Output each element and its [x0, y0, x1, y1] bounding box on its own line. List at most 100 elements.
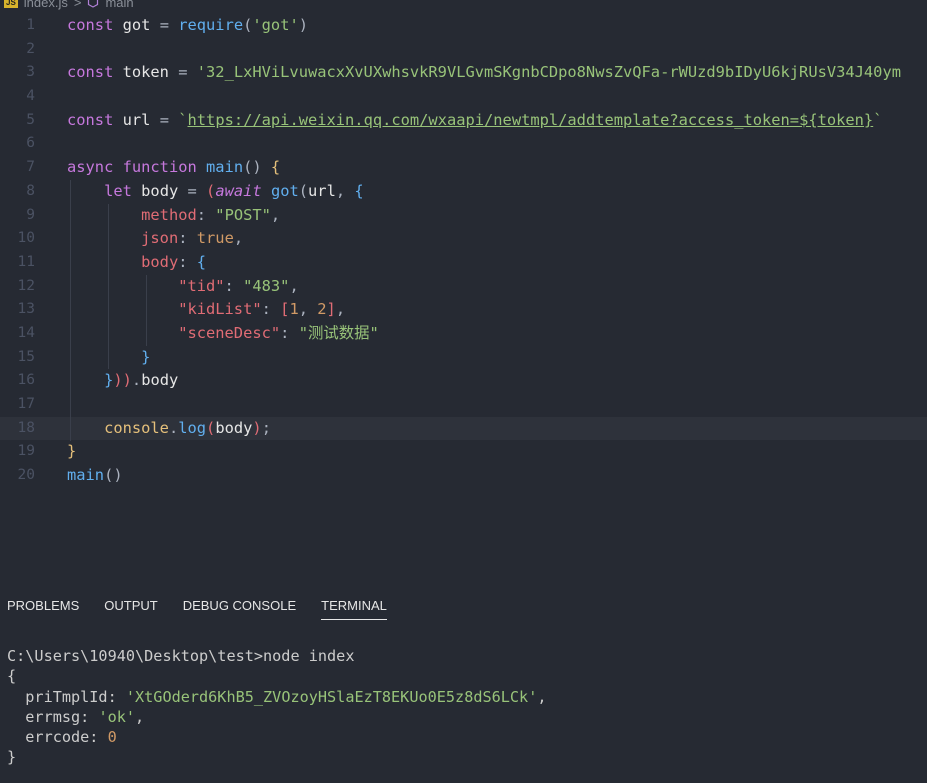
line-number: 7 [26, 159, 35, 176]
line-code: const url = `https://api.weixin.qq.com/w… [67, 109, 882, 133]
code-token: , [335, 181, 355, 200]
code-line[interactable]: 12 "tid": "483", [0, 275, 927, 299]
line-number: 17 [17, 396, 35, 412]
code-token: } [104, 371, 114, 390]
code-line[interactable]: 17 [0, 393, 927, 417]
bottom-panel: PROBLEMS OUTPUT DEBUG CONSOLE TERMINAL C… [0, 588, 927, 783]
code-editor[interactable]: 1 const got = require('got') 2 3 const token… [0, 14, 927, 494]
code-line[interactable]: 18 console.log(body); [0, 416, 927, 441]
code-token: url [308, 181, 336, 200]
code-token: , [270, 205, 281, 224]
code-line[interactable]: 5 const url = `https://api.weixin.qq.com/… [0, 109, 927, 133]
tab-terminal[interactable]: TERMINAL [321, 598, 387, 620]
line-number: 6 [26, 135, 35, 152]
method-symbol-icon [88, 0, 99, 8]
code-token: ) [252, 418, 262, 437]
code-token: { [354, 181, 364, 200]
code-token: got [270, 181, 299, 200]
code-token: )) [113, 371, 132, 390]
line-number: 8 [26, 182, 35, 199]
line-code: "sceneDesc": "测试数据" [67, 322, 379, 346]
code-token: 'got' [252, 16, 299, 34]
code-token: "kidList" [178, 300, 262, 319]
line-number: 9 [26, 206, 35, 223]
code-line[interactable]: 6 [0, 132, 927, 156]
code-token: = [187, 181, 207, 200]
line-code: const got = require('got') [67, 14, 308, 38]
code-token: ) [298, 16, 309, 34]
code-token: main [206, 158, 244, 177]
code-token: = [178, 63, 197, 82]
code-token: got [122, 16, 160, 34]
code-token: 2 [317, 300, 327, 319]
code-line[interactable]: 3 const token = '32_LxHViLvuwacxXvUXwhsvk… [0, 61, 927, 85]
terminal-output[interactable]: C:\Users\10940\Desktop\test>node index {… [7, 646, 547, 768]
code-line[interactable]: 8 let body = (await got(url, { [0, 180, 927, 204]
tab-problems[interactable]: PROBLEMS [7, 598, 79, 620]
tab-output[interactable]: OUTPUT [104, 598, 157, 620]
code-token: . [131, 371, 142, 390]
terminal-line-pritmplid: priTmplId: 'XtGOderd6KhB5_ZVOzoyHSlaEzT8… [7, 687, 546, 707]
code-line[interactable]: 9 method: "POST", [0, 204, 927, 228]
code-token: body [141, 371, 179, 390]
code-token: body [141, 252, 179, 271]
line-code: main() [67, 464, 123, 488]
code-line[interactable]: 14 "sceneDesc": "测试数据" [0, 322, 927, 346]
code-line[interactable]: 19} [0, 440, 927, 464]
breadcrumb-symbol[interactable]: main [105, 0, 133, 10]
indent-guide [146, 274, 147, 346]
line-number: 3 [26, 64, 35, 81]
code-line[interactable]: 4 [0, 85, 927, 109]
line-code: const token = '32_LxHViLvuwacxXvUXwhsvkR… [67, 61, 901, 85]
code-token: () [104, 466, 123, 485]
terminal-line-errcode: errcode: 0 [7, 727, 547, 747]
code-token: "tid" [178, 276, 225, 295]
line-code: body: { [67, 251, 206, 275]
code-line[interactable]: 11 body: { [0, 251, 927, 275]
line-number: 10 [17, 230, 35, 247]
code-token: } [141, 347, 151, 366]
line-number: 19 [17, 443, 35, 460]
errcode-value: 0 [107, 728, 117, 747]
code-token: ; [261, 418, 271, 437]
indent-guide [108, 203, 109, 370]
code-token: , [289, 276, 299, 295]
code-token: url [122, 110, 160, 129]
code-line[interactable]: 10 json: true, [0, 227, 927, 251]
code-line[interactable]: 16 })).body [0, 369, 927, 393]
line-number: 18 [17, 419, 35, 436]
line-code: let body = (await got(url, { [67, 180, 364, 204]
code-token: ] [326, 300, 336, 319]
code-line[interactable]: 15 } [0, 346, 927, 370]
code-token: ( [206, 418, 216, 437]
line-number: 1 [26, 17, 35, 33]
terminal-line-errmsg: errmsg: 'ok', [7, 707, 547, 727]
code-line[interactable]: 20 main() [0, 464, 927, 488]
code-token: () [243, 158, 271, 177]
code-token: : [261, 300, 281, 319]
code-token: token [122, 63, 179, 82]
code-token: "POST" [215, 205, 271, 224]
code-line[interactable]: 2 [0, 38, 927, 62]
line-number: 4 [26, 88, 35, 105]
code-token: log [178, 418, 207, 437]
code-token: const [67, 16, 123, 34]
code-token: = [159, 110, 179, 129]
code-line[interactable]: 1 const got = require('got') [0, 14, 927, 38]
code-line[interactable]: 13 "kidList": [1, 2], [0, 298, 927, 322]
tab-debug-console[interactable]: DEBUG CONSOLE [183, 598, 296, 620]
line-number: 13 [17, 301, 35, 318]
breadcrumb-file[interactable]: index.js [24, 0, 68, 10]
code-line[interactable]: 7 async function main() { [0, 156, 927, 180]
code-token: json [141, 229, 179, 248]
code-token: , [335, 300, 346, 319]
line-code: })).body [67, 369, 178, 393]
code-token: . [168, 418, 179, 437]
pritmplid-key: priTmplId: [7, 687, 126, 706]
